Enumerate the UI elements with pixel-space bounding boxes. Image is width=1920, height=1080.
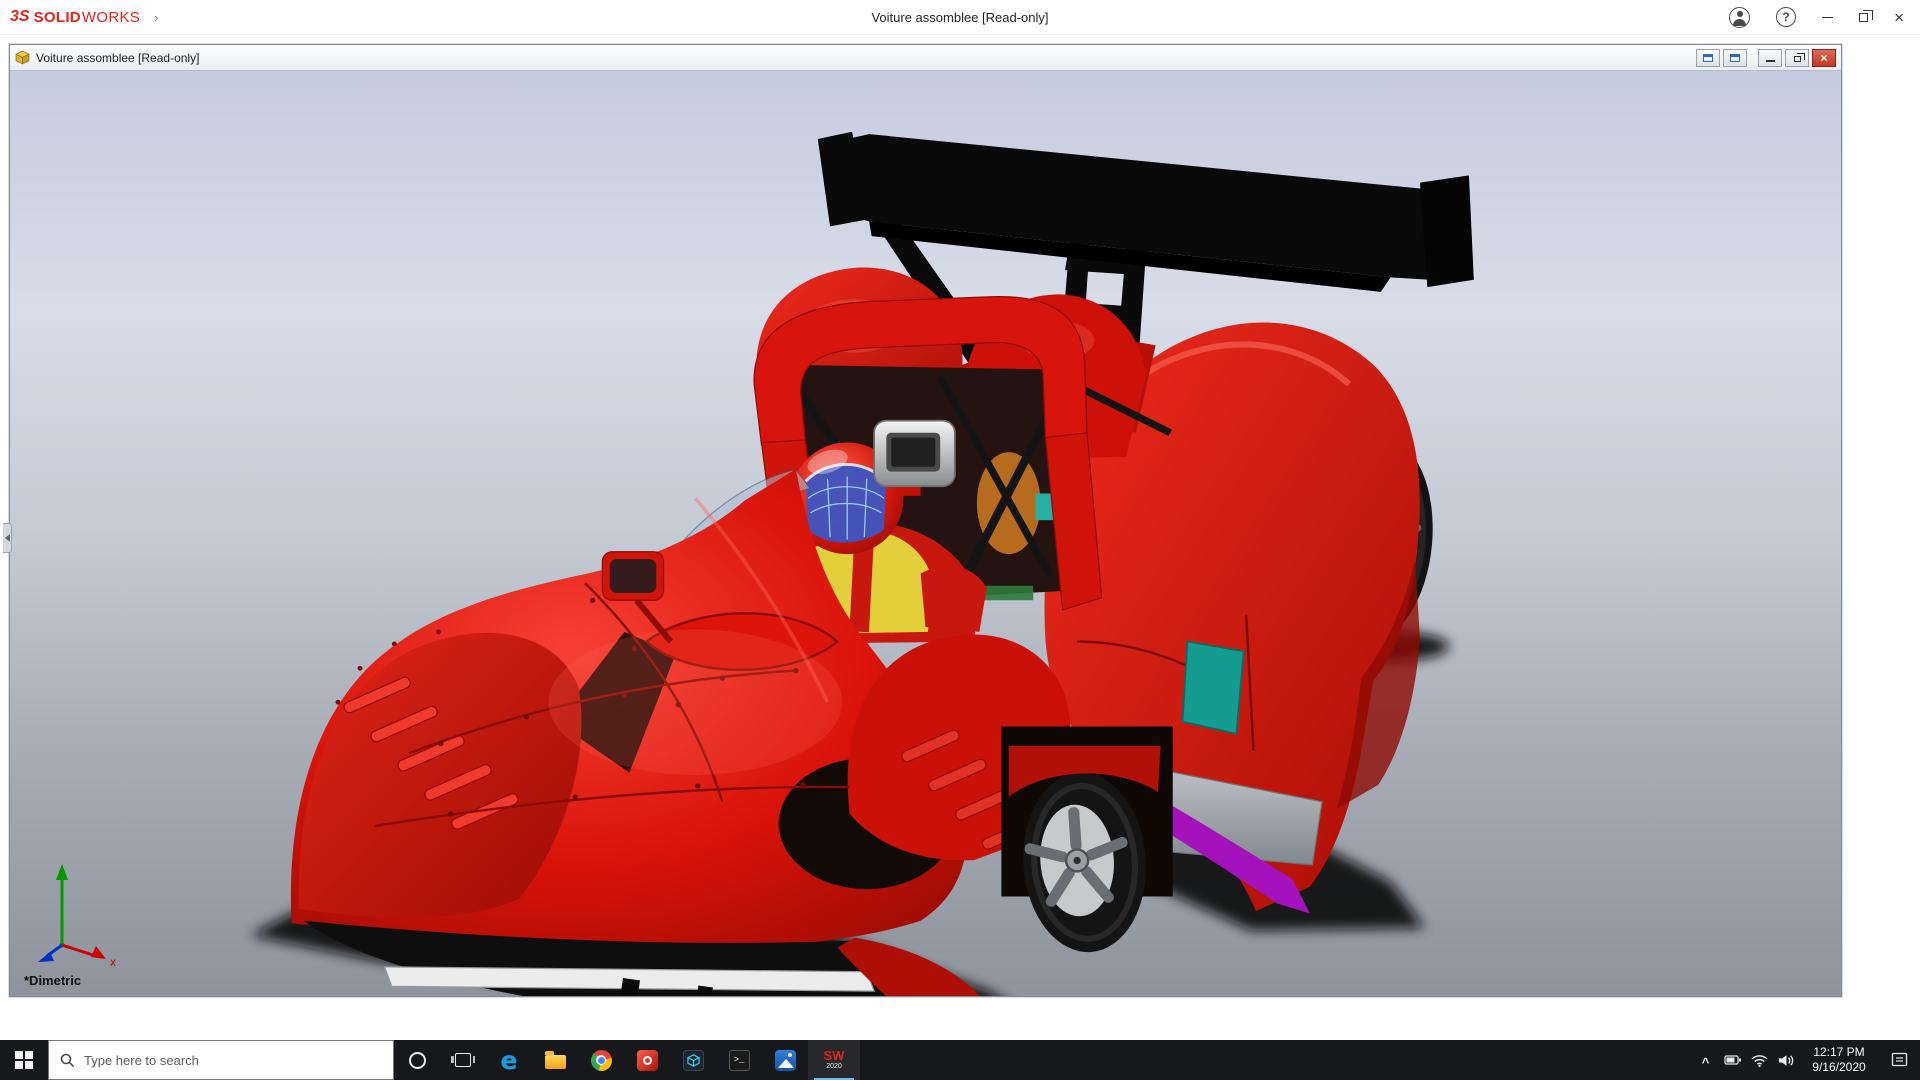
chrome-icon bbox=[591, 1050, 612, 1071]
account-icon[interactable] bbox=[1729, 7, 1750, 28]
taskbar-search[interactable] bbox=[48, 1040, 394, 1080]
taskbar: e >_ SW 2020 ^ bbox=[0, 1040, 1920, 1080]
solidworks-app-icon: SW bbox=[824, 1049, 845, 1062]
document-title: Voiture assomblee [Read-only] bbox=[36, 51, 199, 65]
dassault-3s-logo: 3S bbox=[10, 8, 30, 26]
photos-app-icon bbox=[775, 1050, 796, 1071]
battery-status[interactable] bbox=[1719, 1040, 1746, 1080]
doc-close-button[interactable]: × bbox=[1812, 49, 1836, 67]
app-client-area: Voiture assomblee [Read-only] × bbox=[0, 35, 1920, 1040]
restore-button[interactable] bbox=[1859, 13, 1868, 22]
command-prompt-button[interactable]: >_ bbox=[716, 1040, 762, 1080]
minimize-button[interactable] bbox=[1822, 17, 1833, 18]
cortana-icon bbox=[409, 1052, 426, 1069]
wifi-icon bbox=[1751, 1054, 1768, 1067]
action-center-button[interactable] bbox=[1878, 1040, 1920, 1080]
battery-icon bbox=[1724, 1054, 1742, 1066]
minimize-icon bbox=[1766, 60, 1775, 62]
doc-window-icon-button-1[interactable] bbox=[1696, 49, 1720, 67]
network-status[interactable] bbox=[1746, 1040, 1773, 1080]
triad-x-label: x bbox=[110, 955, 116, 969]
app-titlebar: 3S SOLID WORKS › Voiture assomblee [Read… bbox=[0, 0, 1920, 35]
cortana-button[interactable] bbox=[394, 1040, 440, 1080]
photos-app-button[interactable] bbox=[762, 1040, 808, 1080]
document-titlebar[interactable]: Voiture assomblee [Read-only] × bbox=[10, 45, 1841, 71]
edrawings-icon bbox=[683, 1050, 704, 1071]
car-model bbox=[10, 71, 1841, 996]
task-view-button[interactable] bbox=[440, 1040, 486, 1080]
brand-solid-text: SOLID bbox=[34, 9, 81, 26]
windows-logo-icon bbox=[15, 1051, 33, 1069]
document-window: Voiture assomblee [Read-only] × bbox=[9, 44, 1842, 997]
taskbar-clock[interactable]: 12:17 PM 9/16/2020 bbox=[1800, 1045, 1878, 1075]
camera-pod bbox=[874, 421, 955, 496]
assembly-icon bbox=[15, 50, 30, 65]
task-view-icon bbox=[455, 1053, 471, 1067]
search-input[interactable] bbox=[84, 1053, 382, 1068]
doc-minimize-button[interactable] bbox=[1758, 49, 1782, 67]
speaker-icon bbox=[1778, 1054, 1795, 1067]
chevron-up-icon: ^ bbox=[1702, 1055, 1710, 1070]
volume-status[interactable] bbox=[1773, 1040, 1800, 1080]
restore-icon bbox=[1794, 56, 1801, 62]
help-icon[interactable]: ? bbox=[1776, 7, 1796, 27]
brand-works-text: WORKS bbox=[82, 9, 140, 26]
edge-button[interactable]: e bbox=[486, 1040, 532, 1080]
solidworks-app-year: 2020 bbox=[826, 1062, 842, 1072]
edrawings-button[interactable] bbox=[670, 1040, 716, 1080]
screen: 3S SOLID WORKS › Voiture assomblee [Read… bbox=[0, 0, 1920, 1080]
folder-icon bbox=[545, 1055, 566, 1069]
clock-date: 9/16/2020 bbox=[1800, 1060, 1878, 1075]
command-prompt-icon: >_ bbox=[729, 1050, 750, 1071]
start-button[interactable] bbox=[0, 1040, 48, 1080]
doc-window-icon-button-2[interactable] bbox=[1723, 49, 1747, 67]
clock-time: 12:17 PM bbox=[1800, 1045, 1878, 1060]
action-center-icon bbox=[1891, 1052, 1908, 1068]
solidworks-taskbar-button[interactable]: SW 2020 bbox=[808, 1040, 860, 1080]
chrome-button[interactable] bbox=[578, 1040, 624, 1080]
doc-restore-button[interactable] bbox=[1785, 49, 1809, 67]
view-orientation-label: *Dimetric bbox=[24, 973, 81, 988]
media-app-icon bbox=[637, 1050, 658, 1071]
window-icon bbox=[1703, 54, 1713, 62]
window-icon bbox=[1730, 54, 1740, 62]
file-explorer-button[interactable] bbox=[532, 1040, 578, 1080]
media-app-button[interactable] bbox=[624, 1040, 670, 1080]
solidworks-logo: 3S SOLID WORKS › bbox=[0, 8, 158, 26]
edge-icon: e bbox=[501, 1048, 518, 1073]
system-tray: ^ bbox=[1692, 1040, 1920, 1080]
close-button[interactable]: × bbox=[1894, 9, 1904, 26]
tray-overflow-button[interactable]: ^ bbox=[1692, 1040, 1719, 1080]
menu-expand-arrow-icon[interactable]: › bbox=[154, 10, 158, 25]
orientation-triad: x bbox=[22, 850, 122, 970]
viewport-3d[interactable]: x *Dimetric bbox=[10, 71, 1841, 996]
featuremanager-collapse-handle[interactable] bbox=[3, 523, 12, 553]
app-title: Voiture assomblee [Read-only] bbox=[871, 0, 1048, 35]
search-icon bbox=[60, 1053, 75, 1068]
